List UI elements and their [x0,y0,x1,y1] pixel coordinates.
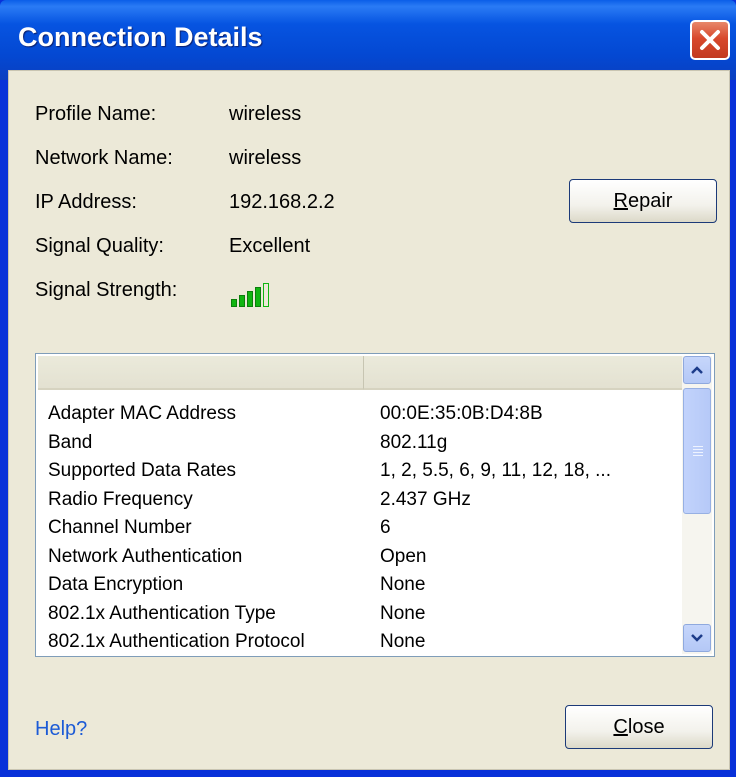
detail-name: Data Encryption [48,574,184,596]
detail-value: 00:0E:35:0B:D4:8B [380,403,543,425]
network-name-label: Network Name: [35,147,173,169]
column-header-name[interactable] [38,356,364,390]
repair-mnemonic: R [613,189,628,212]
close-window-button[interactable] [690,20,730,60]
signal-bar [247,291,253,307]
repair-button[interactable]: Repair [569,179,717,223]
detail-name: Channel Number [48,517,192,539]
column-header-value[interactable] [364,356,684,390]
network-name-value: wireless [229,147,302,169]
ip-address-value: 192.168.2.2 [229,191,335,213]
list-item[interactable]: Supported Data Rates 1, 2, 5.5, 6, 9, 11,… [48,457,690,486]
close-button[interactable]: Close [565,705,713,749]
detail-name: Band [48,431,93,453]
list-header [38,356,684,390]
detail-name: 802.1x Authentication Type [48,602,276,624]
detail-name: Radio Frequency [48,488,193,510]
list-item[interactable]: 802.1x Authentication Type None [48,600,690,629]
detail-name: Adapter MAC Address [48,403,236,425]
help-link[interactable]: Help? [35,718,87,741]
profile-name-label: Profile Name: [35,103,157,125]
connection-details-window: Connection Details Profile Name: wireles… [0,0,736,777]
details-rows: Adapter MAC Address 00:0E:35:0B:D4:8B Band… [48,400,690,656]
scroll-thumb[interactable] [683,388,711,514]
list-item[interactable]: Data Encryption None [48,571,690,600]
profile-name-value: wireless [229,103,302,125]
detail-value: 2.437 GHz [380,488,471,510]
signal-bar [263,283,269,307]
list-item[interactable]: 802.1x Authentication Protocol None [48,628,690,656]
dialog-body: Profile Name: wireless Network Name: wir… [8,70,730,770]
close-icon [700,30,720,50]
list-item[interactable]: Channel Number 6 [48,514,690,543]
scroll-down-button[interactable] [683,624,711,652]
signal-quality-label: Signal Quality: [35,235,164,257]
list-item[interactable]: Radio Frequency 2.437 GHz [48,486,690,515]
detail-value: None [380,574,426,596]
details-list[interactable]: Adapter MAC Address 00:0E:35:0B:D4:8B Band… [35,353,715,657]
signal-quality-value: Excellent [229,235,311,257]
detail-value: Open [380,545,427,567]
vertical-scrollbar[interactable] [682,356,712,654]
chevron-up-icon [691,366,703,374]
detail-value: 802.11g [380,431,448,453]
detail-value: 6 [380,517,391,539]
detail-name: Supported Data Rates [48,460,237,482]
detail-name: 802.1x Authentication Protocol [48,631,305,653]
detail-value: None [380,631,426,653]
signal-bar [255,287,261,307]
close-label: lose [627,715,665,738]
signal-strength-label: Signal Strength: [35,279,178,301]
scroll-up-button[interactable] [683,356,711,384]
list-item[interactable]: Band 802.11g [48,429,690,458]
close-mnemonic: C [613,715,628,738]
detail-name: Network Authentication [48,545,243,567]
list-item[interactable]: Network Authentication Open [48,543,690,572]
chevron-down-icon [691,634,703,642]
title-bar[interactable]: Connection Details [0,0,736,80]
repair-label: epair [627,189,673,212]
window-title: Connection Details [18,22,263,52]
ip-address-label: IP Address: [35,191,137,213]
signal-strength-icon [231,283,269,307]
signal-bar [239,295,245,307]
detail-value: 1, 2, 5.5, 6, 9, 11, 12, 18, ... [380,460,611,482]
signal-bar [231,299,237,307]
list-item[interactable]: Adapter MAC Address 00:0E:35:0B:D4:8B [48,400,690,429]
detail-value: None [380,602,426,624]
